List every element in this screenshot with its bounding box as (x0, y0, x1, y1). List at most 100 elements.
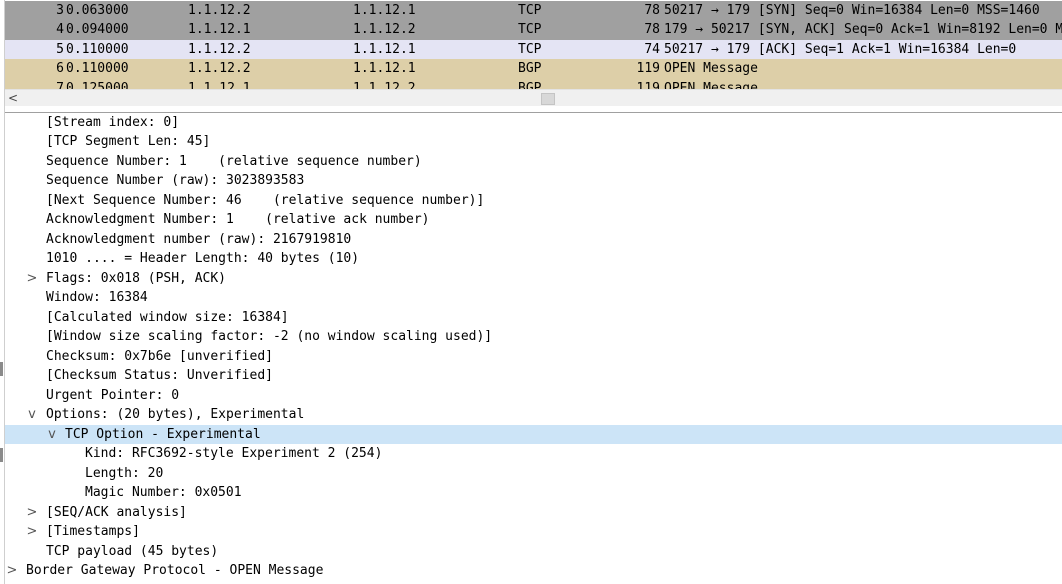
packet-details-tree[interactable]: [Stream index: 0] [TCP Segment Len: 45] Se… (4, 112, 1062, 584)
detail-tree-label: Acknowledgment Number: 1 (relative ack n… (46, 212, 430, 228)
detail-tree-item[interactable]: > [Timestamps] (4, 522, 1062, 542)
detail-tree-label: TCP payload (45 bytes) (46, 543, 219, 559)
detail-tree-label: Sequence Number: 1 (relative sequence nu… (46, 153, 422, 169)
detail-tree-label: [Timestamps] (46, 524, 140, 540)
detail-tree-label: Urgent Pointer: 0 (46, 387, 180, 403)
detail-tree-item[interactable]: [Calculated window size: 16384] (4, 308, 1062, 328)
packet-time: 0.110000 (66, 41, 129, 57)
packet-info: 50217 → 179 [SYN] Seq=0 Win=16384 Len=0 … (664, 2, 1040, 18)
packet-list[interactable]: 3 0.063000 1.1.12.2 1.1.12.1 TCP 78 50217 → 17… (4, 0, 1062, 89)
detail-tree-item[interactable]: Urgent Pointer: 0 (4, 386, 1062, 406)
detail-tree-label: Border Gateway Protocol - OPEN Message (26, 563, 324, 579)
packet-time: 0.063000 (66, 2, 129, 18)
detail-tree-item[interactable]: v TCP Option - Experimental (4, 424, 1062, 445)
detail-tree-item[interactable]: Window: 16384 (4, 288, 1062, 308)
packet-source: 1.1.12.1 (188, 22, 251, 38)
detail-tree-item[interactable]: > Flags: 0x018 (PSH, ACK) (4, 269, 1062, 289)
detail-tree-item[interactable]: Checksum: 0x7b6e [unverified] (4, 347, 1062, 367)
edge-marker (0, 362, 3, 376)
packet-protocol: BGP (518, 80, 542, 89)
packet-length: 74 (644, 41, 660, 57)
detail-tree-item[interactable]: Acknowledgment number (raw): 2167919810 (4, 230, 1062, 250)
packet-number: 5 (56, 41, 64, 57)
scroll-left-arrow-icon[interactable]: < (8, 90, 18, 106)
detail-tree-label: Length: 20 (85, 465, 164, 481)
detail-tree-item[interactable]: v Options: (20 bytes), Experimental (4, 405, 1062, 425)
packet-row[interactable]: 5 0.110000 1.1.12.2 1.1.12.1 TCP 74 50217 → 17… (4, 39, 1062, 60)
detail-tree-label: [Checksum Status: Unverified] (46, 368, 273, 384)
chevron-right-icon[interactable]: > (26, 269, 38, 289)
packet-source: 1.1.12.1 (188, 80, 251, 89)
detail-tree-item[interactable]: 1010 .... = Header Length: 40 bytes (10) (4, 249, 1062, 269)
packet-row[interactable]: 7 0.125000 1.1.12.1 1.1.12.2 BGP 119 OPEN Mess… (4, 78, 1062, 89)
detail-tree-label: TCP Option - Experimental (65, 426, 261, 442)
detail-tree-item[interactable]: Kind: RFC3692-style Experiment 2 (254) (4, 444, 1062, 464)
detail-tree-item[interactable]: Length: 20 (4, 464, 1062, 484)
packet-destination: 1.1.12.1 (353, 2, 416, 18)
detail-tree-label: [SEQ/ACK analysis] (46, 504, 187, 520)
packet-row[interactable]: 6 0.110000 1.1.12.2 1.1.12.1 BGP 119 OPEN Mess… (4, 59, 1062, 79)
detail-tree-item[interactable]: [Checksum Status: Unverified] (4, 366, 1062, 386)
detail-tree-item[interactable]: Sequence Number (raw): 3023893583 (4, 171, 1062, 191)
packet-info: 50217 → 179 [ACK] Seq=1 Ack=1 Win=16384 … (664, 41, 1017, 57)
packet-destination: 1.1.12.2 (353, 22, 416, 38)
packet-destination: 1.1.12.1 (353, 41, 416, 57)
packet-info: 179 → 50217 [SYN, ACK] Seq=0 Ack=1 Win=8… (664, 22, 1062, 38)
packet-number: 3 (56, 2, 64, 18)
detail-tree-item[interactable]: [Window size scaling factor: -2 (no wind… (4, 327, 1062, 347)
detail-tree-label: Flags: 0x018 (PSH, ACK) (46, 270, 227, 286)
detail-tree-label: Acknowledgment number (raw): 2167919810 (46, 231, 352, 247)
packet-row[interactable]: 3 0.063000 1.1.12.2 1.1.12.1 TCP 78 50217 → 17… (4, 0, 1062, 21)
packet-source: 1.1.12.2 (188, 41, 251, 57)
packet-length: 119 (636, 61, 660, 77)
chevron-right-icon[interactable]: > (26, 522, 38, 542)
packet-info: OPEN Message (664, 80, 758, 89)
detail-tree-label: [Next Sequence Number: 46 (relative sequ… (46, 192, 485, 208)
horizontal-scrollbar[interactable]: < (4, 89, 1062, 106)
detail-tree-label: Magic Number: 0x0501 (85, 485, 242, 501)
packet-length: 78 (644, 2, 660, 18)
detail-tree-item[interactable]: TCP payload (45 bytes) (4, 542, 1062, 562)
packet-time: 0.110000 (66, 61, 129, 77)
packet-time: 0.125000 (66, 80, 129, 89)
chevron-down-icon[interactable]: v (46, 425, 58, 445)
detail-tree-item[interactable]: Sequence Number: 1 (relative sequence nu… (4, 152, 1062, 172)
packet-number: 4 (56, 22, 64, 38)
packet-number: 6 (56, 61, 64, 77)
scrollbar-thumb[interactable] (541, 93, 555, 105)
packet-protocol: TCP (518, 2, 542, 18)
edge-marker (0, 448, 3, 462)
packet-length: 119 (636, 80, 660, 89)
chevron-down-icon[interactable]: v (26, 405, 38, 425)
packet-protocol: TCP (518, 41, 542, 57)
detail-tree-item[interactable]: [Stream index: 0] (4, 113, 1062, 133)
detail-tree-label: 1010 .... = Header Length: 40 bytes (10) (46, 251, 360, 267)
packet-info: OPEN Message (664, 61, 758, 77)
detail-tree-label: Sequence Number (raw): 3023893583 (46, 173, 305, 189)
detail-tree-label: [Stream index: 0] (46, 114, 180, 130)
detail-tree-label: [Calculated window size: 16384] (46, 309, 289, 325)
detail-tree-label: Options: (20 bytes), Experimental (46, 407, 305, 423)
detail-tree-item[interactable]: > [SEQ/ACK analysis] (4, 503, 1062, 523)
detail-tree-item[interactable]: > Border Gateway Protocol - OPEN Message (4, 561, 1062, 581)
packet-destination: 1.1.12.2 (353, 80, 416, 89)
packet-time: 0.094000 (66, 22, 129, 38)
detail-tree-label: Checksum: 0x7b6e [unverified] (46, 348, 273, 364)
detail-tree-item[interactable]: Acknowledgment Number: 1 (relative ack n… (4, 210, 1062, 230)
window-left-edge (0, 0, 5, 584)
detail-tree-item[interactable]: Magic Number: 0x0501 (4, 483, 1062, 503)
packet-source: 1.1.12.2 (188, 2, 251, 18)
packet-protocol: TCP (518, 22, 542, 38)
packet-destination: 1.1.12.1 (353, 61, 416, 77)
detail-tree-label: [TCP Segment Len: 45] (46, 134, 211, 150)
packet-row[interactable]: 4 0.094000 1.1.12.1 1.1.12.2 TCP 78 179 → 5021… (4, 20, 1062, 40)
detail-tree-label: Kind: RFC3692-style Experiment 2 (254) (85, 446, 383, 462)
detail-tree-item[interactable]: [TCP Segment Len: 45] (4, 132, 1062, 152)
chevron-right-icon[interactable]: > (26, 503, 38, 523)
packet-number: 7 (56, 80, 64, 89)
packet-protocol: BGP (518, 61, 542, 77)
detail-tree-label: [Window size scaling factor: -2 (no wind… (46, 329, 493, 345)
detail-tree-item[interactable]: [Next Sequence Number: 46 (relative sequ… (4, 191, 1062, 211)
chevron-right-icon[interactable]: > (6, 561, 18, 581)
detail-tree-label: Window: 16384 (46, 290, 148, 306)
